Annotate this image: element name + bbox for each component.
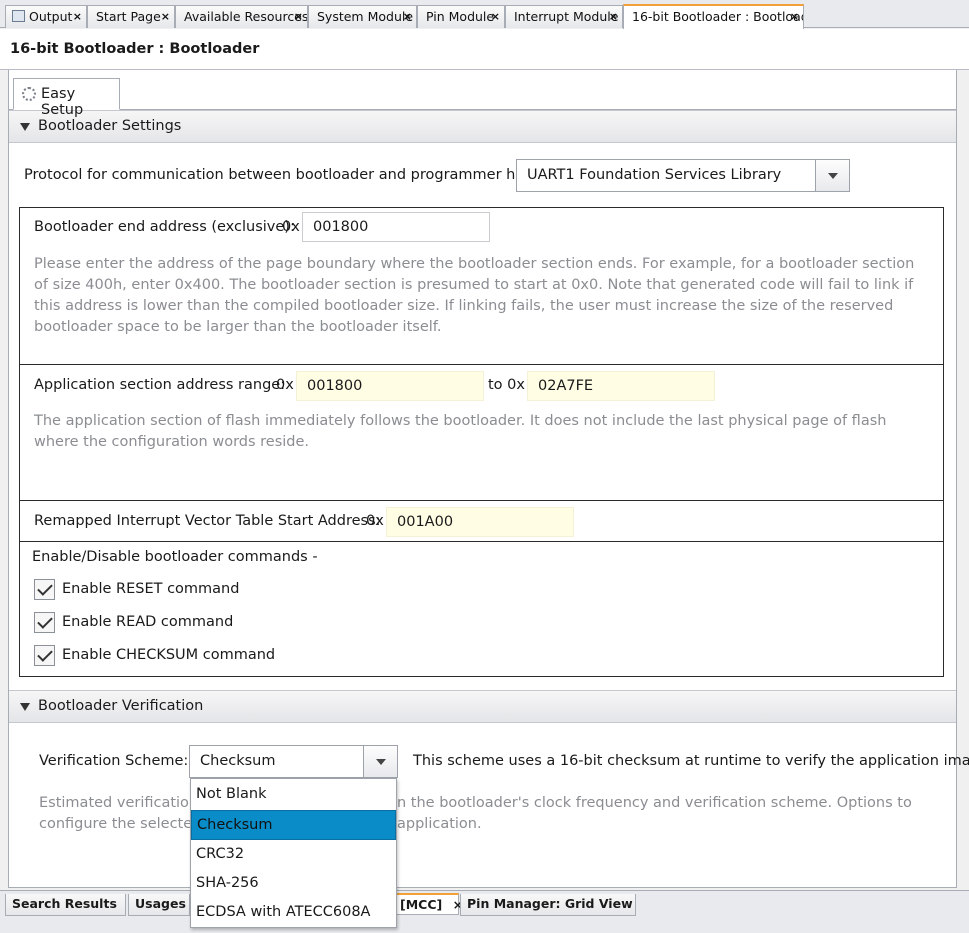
option-crc32[interactable]: CRC32 [191,840,396,870]
tab-pin-manager-grid-view[interactable]: Pin Manager: Grid View [460,894,636,916]
app-range-to-label: to 0x [488,377,525,393]
end-address-label: Bootloader end address (exclusive): [34,219,295,235]
scheme-description: This scheme uses a 16-bit checksum at ru… [413,753,969,769]
checksum-command-label: Enable CHECKSUM command [62,647,276,663]
app-range-help: The application section of flash immedia… [34,413,887,450]
verification-help-1a: Estimated verification t [39,795,209,811]
verification-help-2a: configure the selected [39,816,202,832]
editor-tab-strip: Output × Start Page × Available Resource… [0,0,969,29]
end-address-input[interactable]: 001800 [302,212,490,242]
page-title: 16-bit Bootloader : Bootloader [0,29,969,70]
close-icon[interactable]: × [161,6,170,27]
end-address-help: Please enter the address of the page bou… [34,256,915,335]
hex-prefix: 0x [366,513,384,529]
hex-prefix: 0x [276,377,294,393]
protocol-label: Protocol for communication between bootl… [24,167,543,183]
ivt-group: Remapped Interrupt Vector Table Start Ad… [19,500,944,542]
app-range-start-input[interactable]: 001800 [296,371,484,401]
output-window-icon [12,10,25,22]
option-sha-256[interactable]: SHA-256 [191,869,396,899]
commands-group: Enable/Disable bootloader commands - Ena… [19,541,944,677]
scheme-label: Verification Scheme: [39,753,189,769]
reset-command-label: Enable RESET command [62,581,240,597]
option-ecdsa-atecc608a[interactable]: ECDSA with ATECC608A [191,898,396,928]
close-icon[interactable]: × [790,6,799,27]
option-checksum[interactable]: Checksum [191,810,396,840]
section-header-bootloader-settings[interactable]: Bootloader Settings [9,110,956,143]
collapse-triangle-icon[interactable] [20,703,30,711]
tab-interrupt-module[interactable]: Interrupt Module × [505,5,623,28]
chevron-down-icon[interactable] [815,160,849,191]
reset-command-checkbox[interactable] [34,579,55,600]
app-range-group: Application section address range: 0x 00… [19,364,944,501]
verification-help-1b: n the bootloader's clock frequency and v… [397,795,912,811]
tab-mcc[interactable]: [MCC] × [393,893,463,915]
verification-help-2b: application. [397,816,482,832]
app-range-label: Application section address range: [34,377,286,393]
tab-search-results[interactable]: Search Results [5,894,126,916]
close-icon[interactable]: × [294,6,303,27]
gear-icon [22,87,36,101]
close-icon[interactable]: × [73,6,82,27]
tab-easy-setup[interactable]: Easy Setup [13,78,120,118]
tab-pin-module[interactable]: Pin Module × [417,5,505,28]
bottom-tab-strip: Search Results Usages [MCC] × Pin Manage… [0,890,969,933]
tab-system-module[interactable]: System Module × [308,5,417,28]
end-address-group: Bootloader end address (exclusive): 0x 0… [19,207,944,365]
verification-scheme-select[interactable]: Checksum [189,745,398,778]
ivt-input[interactable]: 001A00 [386,507,574,537]
ivt-label: Remapped Interrupt Vector Table Start Ad… [34,513,381,529]
checksum-command-checkbox[interactable] [34,645,55,666]
commands-label: Enable/Disable bootloader commands - [32,549,318,565]
hex-prefix: 0x [282,219,300,235]
verification-scheme-dropdown: Not Blank Checksum CRC32 SHA-256 ECDSA w… [190,778,397,928]
tab-output[interactable]: Output × [5,5,87,28]
option-not-blank[interactable]: Not Blank [191,780,396,810]
tab-16bit-bootloader[interactable]: 16-bit Bootloader : Bootloader × [623,4,804,29]
tab-usages[interactable]: Usages [128,894,190,916]
read-command-label: Enable READ command [62,614,234,630]
close-icon[interactable]: × [609,6,618,27]
read-command-checkbox[interactable] [34,612,55,633]
section-header-bootloader-verification[interactable]: Bootloader Verification [9,690,956,723]
app-range-end-input[interactable]: 02A7FE [527,371,715,401]
tab-available-resources[interactable]: Available Resources × [175,5,308,28]
close-icon[interactable]: × [491,6,500,27]
tab-start-page[interactable]: Start Page × [87,5,175,28]
chevron-down-icon[interactable] [363,746,397,777]
collapse-triangle-icon[interactable] [20,123,30,131]
protocol-select[interactable]: UART1 Foundation Services Library [516,159,850,192]
close-icon[interactable]: × [403,6,412,27]
